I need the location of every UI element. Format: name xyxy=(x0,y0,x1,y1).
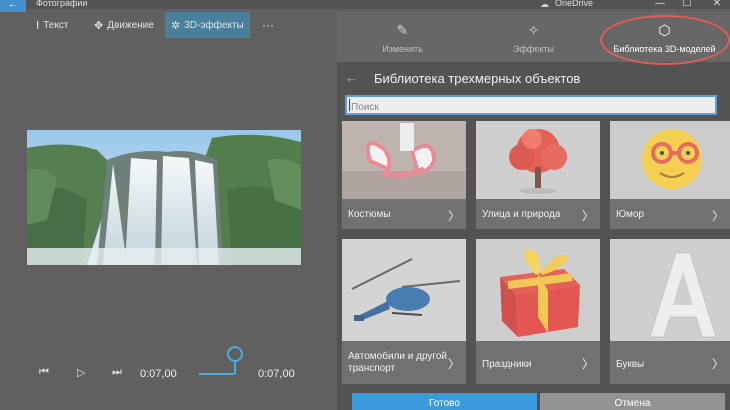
timeline-stem xyxy=(234,360,236,374)
bunny-ears-image xyxy=(342,121,466,199)
text-icon: Ⅰ xyxy=(36,19,40,32)
category-label: Улица и природа xyxy=(482,209,561,220)
side-panel: ✎ Изменить ✧ Эффекты ⬡ Библиотека 3D-мод… xyxy=(337,12,730,410)
back-arrow-icon[interactable]: ← xyxy=(0,0,26,12)
text-caret xyxy=(349,99,350,111)
chevron-right-icon: 〉 xyxy=(581,357,594,371)
category-label: Костюмы xyxy=(348,209,391,220)
waterfall-image xyxy=(27,130,301,265)
current-time: 0:07,00 xyxy=(140,368,177,380)
helicopter-image xyxy=(342,239,466,341)
sparkle-icon: ✧ xyxy=(527,22,540,38)
emoji-glasses-image xyxy=(610,121,730,199)
library-header: ← Библиотека трехмерных объектов xyxy=(337,70,730,90)
onedrive-label[interactable]: OneDrive xyxy=(555,0,593,8)
toolbar-motion-label: Движение xyxy=(107,19,154,31)
3d-effects-icon: ✲ xyxy=(171,19,181,32)
motion-icon: ✥ xyxy=(94,19,104,32)
category-card-humor[interactable]: Юмор 〉 xyxy=(610,121,730,229)
library-title: Библиотека трехмерных объектов xyxy=(374,71,581,86)
timeline-track[interactable] xyxy=(199,373,235,375)
library-back-icon[interactable]: ← xyxy=(345,70,358,85)
search-box[interactable] xyxy=(345,95,717,116)
editor-toolbar: Ⅰ Текст ✥ Движение ✲ 3D-эффекты ··· xyxy=(0,12,337,38)
end-time: 0:07,00 xyxy=(258,368,295,380)
tab-effects[interactable]: ✧ Эффекты xyxy=(468,12,599,62)
category-label: Буквы xyxy=(616,359,645,370)
category-label: Праздники xyxy=(482,359,532,370)
cancel-button[interactable]: Отмена xyxy=(540,393,725,410)
maximize-icon[interactable]: ☐ xyxy=(677,0,697,9)
next-frame-icon[interactable]: ⏭ xyxy=(112,366,122,379)
pencil-icon: ✎ xyxy=(396,22,409,38)
chevron-right-icon: 〉 xyxy=(447,357,460,371)
tab-effects-label: Эффекты xyxy=(513,44,554,54)
toolbar-motion-button[interactable]: ✥ Движение xyxy=(88,12,160,38)
play-icon[interactable]: ▷ xyxy=(77,366,85,379)
category-label: Юмор xyxy=(616,209,644,220)
title-bar xyxy=(0,0,730,9)
search-input[interactable] xyxy=(347,99,715,116)
more-options-icon[interactable]: ··· xyxy=(256,12,280,38)
chevron-right-icon: 〉 xyxy=(711,357,724,371)
category-card-costumes[interactable]: Костюмы 〉 xyxy=(342,121,466,229)
toolbar-text-label: Текст xyxy=(43,19,69,31)
previous-frame-icon[interactable]: ⏮ xyxy=(39,366,49,379)
done-button[interactable]: Готово xyxy=(352,393,537,410)
tab-edit-label: Изменить xyxy=(382,44,423,54)
category-card-nature[interactable]: Улица и природа 〉 xyxy=(476,121,600,229)
timeline-scrubber-handle[interactable] xyxy=(227,346,243,362)
cloud-icon[interactable]: ☁ xyxy=(540,0,549,10)
letter-a-image xyxy=(610,239,730,341)
chevron-right-icon: 〉 xyxy=(711,209,724,223)
toolbar-text-button[interactable]: Ⅰ Текст xyxy=(30,12,74,38)
red-highlight-circle xyxy=(600,15,730,65)
toolbar-3d-effects-button[interactable]: ✲ 3D-эффекты xyxy=(165,12,250,38)
tab-edit[interactable]: ✎ Изменить xyxy=(337,12,468,62)
toolbar-3d-effects-label: 3D-эффекты xyxy=(184,19,244,31)
category-card-vehicles[interactable]: Автомобили и другой транспорт 〉 xyxy=(342,239,466,384)
photos-app-window: ← Фотографии ☁ OneDrive — ☐ ✕ Ⅰ Текст ✥ … xyxy=(0,0,730,410)
chevron-right-icon: 〉 xyxy=(447,209,460,223)
red-tree-image xyxy=(476,121,600,199)
minimize-icon[interactable]: — xyxy=(650,0,670,9)
close-icon[interactable]: ✕ xyxy=(707,0,727,9)
video-preview xyxy=(27,130,301,265)
category-card-holidays[interactable]: Праздники 〉 xyxy=(476,239,600,384)
gift-box-image xyxy=(476,239,600,341)
chevron-right-icon: 〉 xyxy=(581,209,594,223)
category-card-letters[interactable]: Буквы 〉 xyxy=(610,239,730,384)
app-title: Фотографии xyxy=(36,0,88,8)
